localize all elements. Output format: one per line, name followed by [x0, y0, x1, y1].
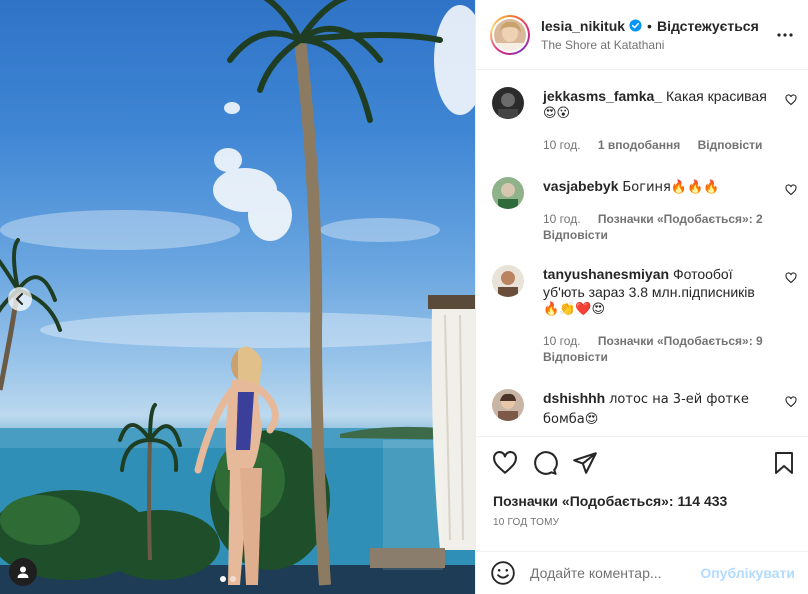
publish-button[interactable]: Опублікувати	[700, 565, 795, 581]
comment-text: Богиня🔥🔥🔥	[622, 180, 720, 195]
carousel-dot-active	[220, 576, 226, 582]
comment-composer: Опублікувати	[476, 551, 808, 594]
share-button[interactable]	[572, 450, 598, 481]
comment-like-button[interactable]	[785, 183, 797, 201]
verified-badge-icon	[629, 19, 642, 32]
comment-button[interactable]	[532, 450, 558, 481]
comment-emoji: 😍😮	[543, 106, 571, 121]
tagged-users-button[interactable]	[9, 558, 37, 586]
emoji-picker-button[interactable]	[490, 560, 516, 586]
comment-likes[interactable]: Позначки «Подобається»: 2	[598, 212, 763, 226]
heart-icon	[493, 451, 517, 474]
post-actions: Позначки «Подобається»: 114 433 10 ГОД Т…	[476, 436, 808, 551]
author-username[interactable]: lesia_nikituk	[541, 18, 625, 34]
comment-meta: 10 год. 1 вподобання Відповісти	[543, 137, 778, 153]
post-timestamp: 10 ГОД ТОМУ	[493, 517, 560, 528]
commenter-username[interactable]: vasjabebyk	[543, 178, 619, 194]
reply-button[interactable]: Відповісти	[543, 350, 608, 364]
comment-like-button[interactable]	[785, 395, 797, 413]
commenter-avatar[interactable]	[492, 87, 524, 119]
photo-scene	[0, 0, 475, 594]
post-photo[interactable]	[0, 0, 475, 594]
commenter-avatar[interactable]	[492, 265, 524, 297]
comment-like-button[interactable]	[785, 271, 797, 289]
comment-time: 10 год.	[543, 334, 581, 348]
heart-icon	[785, 396, 797, 408]
comment-item: tanyushanesmiyan Фотообої уб'ють зараз 3…	[492, 265, 797, 365]
chevron-left-icon	[16, 293, 23, 305]
bookmark-icon	[775, 452, 793, 474]
comment-item: dshishhh лотос на 3-ей фотке бомба😍	[492, 389, 797, 436]
likes-count[interactable]: Позначки «Подобається»: 114 433	[493, 493, 727, 509]
comment-time: 10 год.	[543, 212, 581, 226]
reply-button[interactable]: Відповісти	[698, 138, 763, 152]
emoji-icon	[491, 561, 515, 585]
carousel-indicator	[220, 576, 236, 582]
heart-icon	[785, 184, 797, 196]
comment-time: 10 год.	[543, 138, 581, 152]
carousel-dot	[230, 576, 236, 582]
comment-item: jekkasms_famka_ Какая красивая 😍😮 10 год…	[492, 87, 797, 157]
comments-list[interactable]: jekkasms_famka_ Какая красивая 😍😮 10 год…	[476, 71, 808, 436]
paper-plane-icon	[573, 452, 597, 474]
following-button[interactable]: Відстежується	[657, 18, 759, 34]
commenter-avatar[interactable]	[492, 389, 524, 421]
commenter-username[interactable]: tanyushanesmiyan	[543, 266, 669, 282]
comment-meta: 10 год. Позначки «Подобається»: 2 Відпов…	[543, 211, 778, 243]
post-header: lesia_nikituk • Відстежується The Shore …	[476, 0, 808, 70]
post-location[interactable]: The Shore at Katathani	[541, 38, 759, 52]
comment-emoji: 🔥👏❤️😍	[543, 302, 606, 317]
author-avatar-image	[494, 18, 526, 51]
comment-like-button[interactable]	[785, 93, 797, 111]
author-avatar[interactable]	[490, 14, 530, 55]
header-separator: •	[647, 17, 652, 34]
user-tag-icon	[17, 566, 29, 578]
like-button[interactable]	[492, 450, 518, 481]
heart-icon	[785, 272, 797, 284]
more-horizontal-icon	[777, 33, 793, 37]
heart-icon	[785, 94, 797, 106]
more-options-button[interactable]	[776, 26, 794, 49]
comment-likes[interactable]: Позначки «Подобається»: 9	[598, 334, 763, 348]
comment-item: vasjabebyk Богиня🔥🔥🔥 10 год. Позначки «П…	[492, 177, 797, 247]
comment-likes[interactable]: 1 вподобання	[598, 138, 680, 152]
comment-input[interactable]	[530, 565, 680, 581]
reply-button[interactable]: Відповісти	[543, 228, 608, 242]
comment-text: Какая красивая	[666, 88, 767, 104]
comment-icon	[534, 451, 558, 475]
save-button[interactable]	[772, 450, 796, 481]
previous-slide-button[interactable]	[8, 287, 32, 311]
commenter-username[interactable]: jekkasms_famka_	[543, 88, 662, 104]
commenter-username[interactable]: dshishhh	[543, 390, 605, 406]
comment-meta: 10 год. Позначки «Подобається»: 9 Відпов…	[543, 333, 778, 365]
post-side-panel: lesia_nikituk • Відстежується The Shore …	[475, 0, 808, 594]
commenter-avatar[interactable]	[492, 177, 524, 209]
